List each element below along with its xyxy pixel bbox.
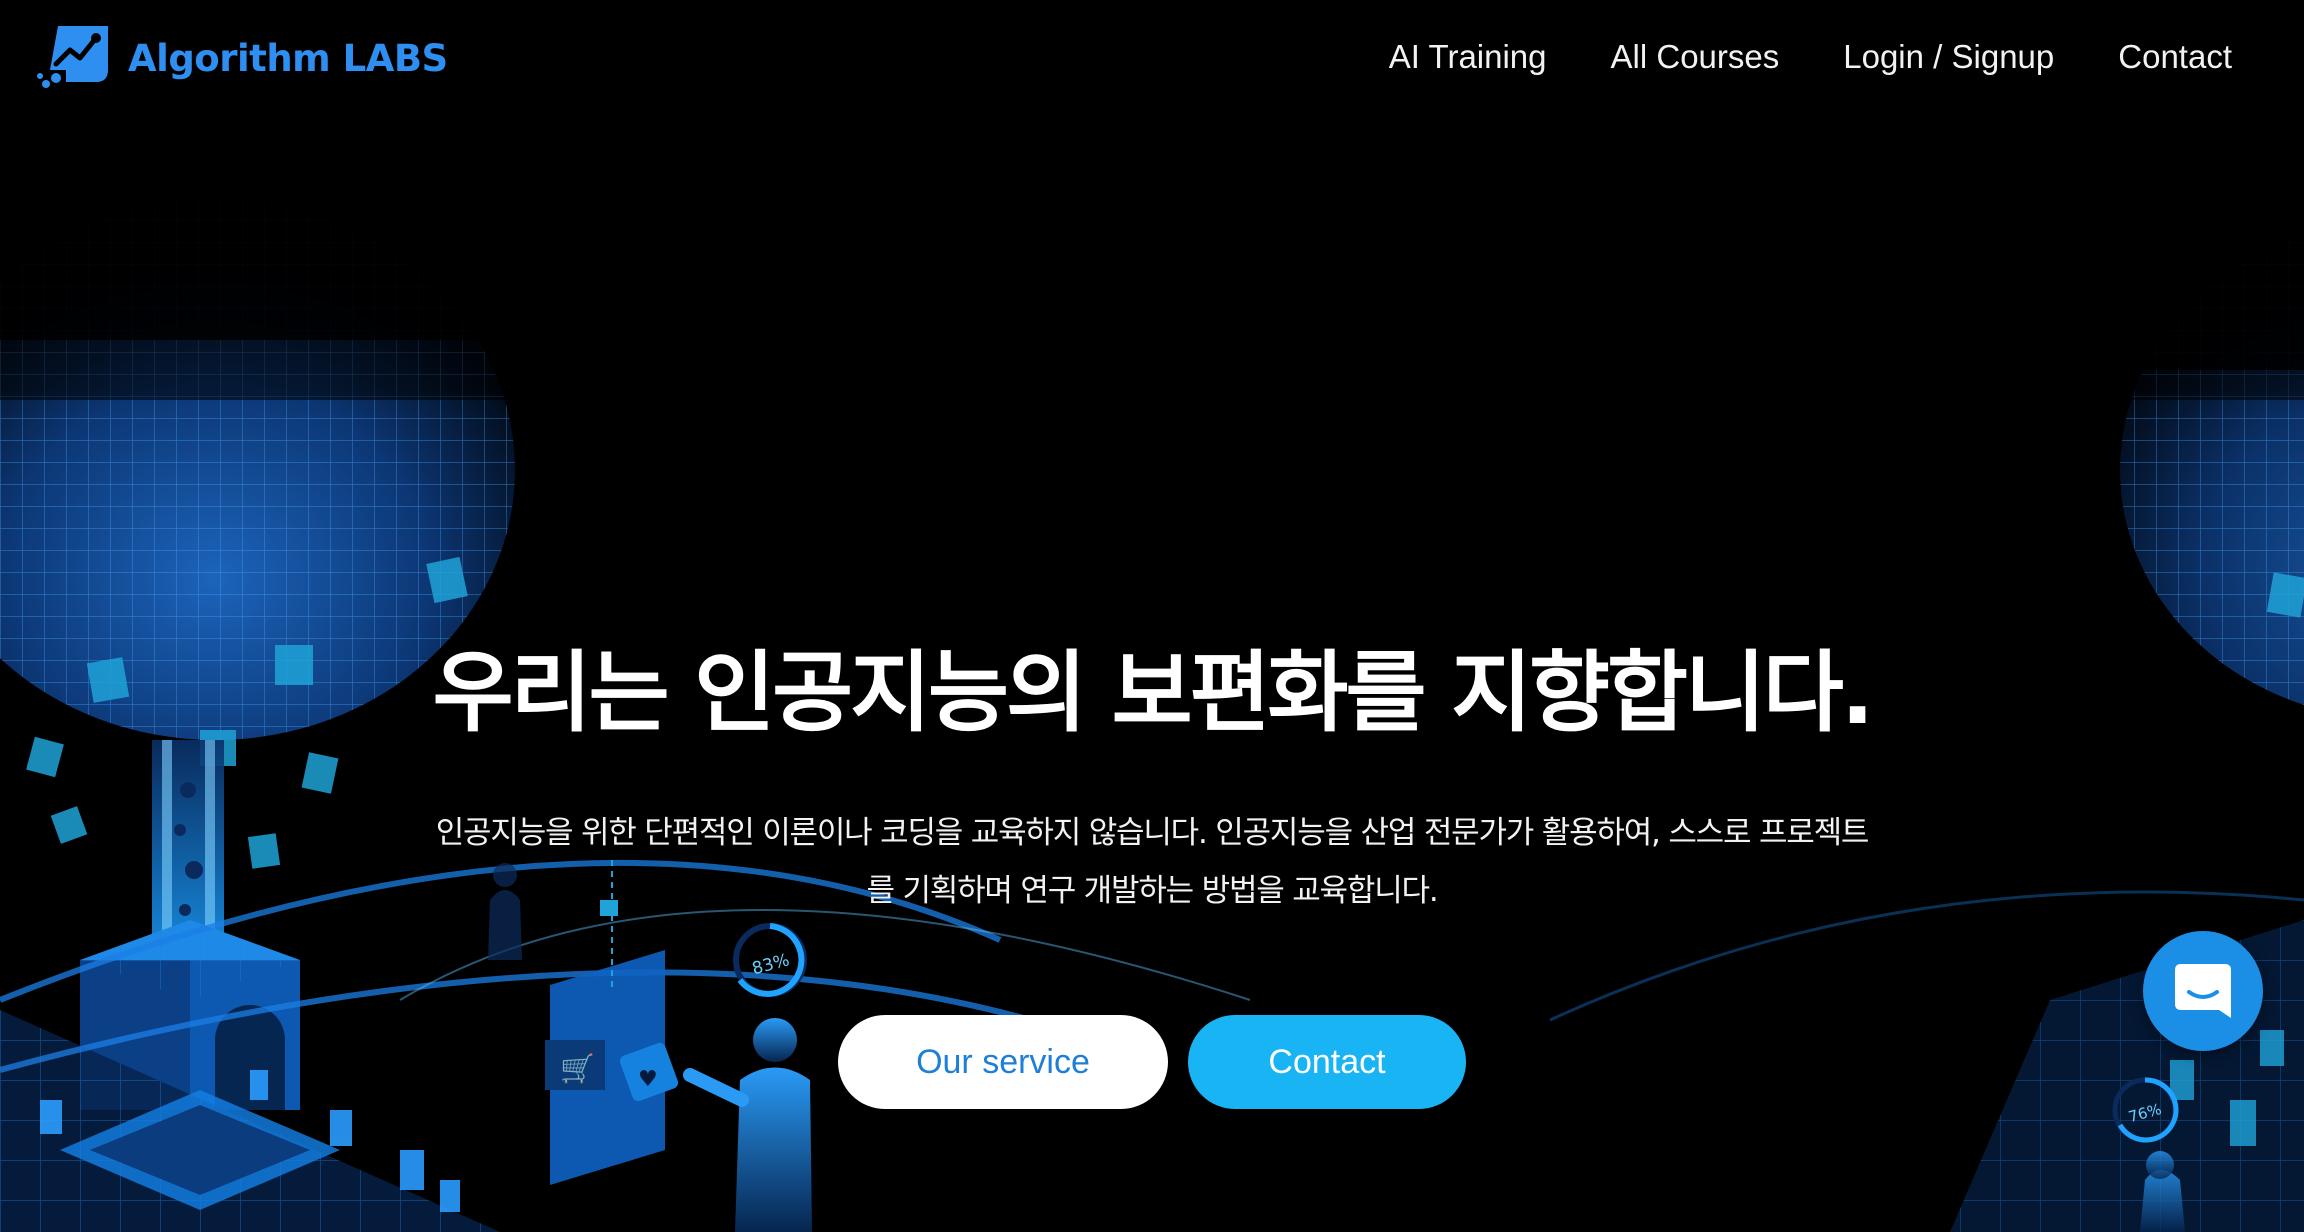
nav-link-ai-training[interactable]: AI Training xyxy=(1389,38,1547,76)
site-header: Algorithm LABS AI Training All Courses L… xyxy=(0,0,2304,130)
hero-description-line-2: 를 기획하며 연구 개발하는 방법을 교육합니다. xyxy=(866,873,1438,909)
our-service-button[interactable]: Our service xyxy=(838,1015,1168,1109)
hero-title: 우리는 인공지능의 보편화를 지향합니다. xyxy=(432,641,1875,744)
nav-link-login-signup[interactable]: Login / Signup xyxy=(1843,38,2054,76)
person-illustration xyxy=(683,1018,812,1232)
gauge-illustration: 83% xyxy=(733,923,807,997)
svg-text:🛒: 🛒 xyxy=(560,1052,595,1085)
chat-bubble-icon xyxy=(2175,964,2231,1018)
nav-link-all-courses[interactable]: All Courses xyxy=(1611,38,1780,76)
data-tower-illustration xyxy=(80,740,300,1110)
brand-logo[interactable]: Algorithm LABS xyxy=(36,22,448,94)
hero-description: 인공지능을 위한 단편적인 이론이나 코딩을 교육하지 않습니다. 인공지능을 … xyxy=(352,804,1952,920)
brand-name: Algorithm LABS xyxy=(128,36,448,80)
nav-link-contact[interactable]: Contact xyxy=(2118,38,2232,76)
main-navigation: AI Training All Courses Login / Signup C… xyxy=(1325,38,2232,76)
hero-description-line-1: 인공지능을 위한 단편적인 이론이나 코딩을 교육하지 않습니다. 인공지능을 … xyxy=(435,815,1870,851)
logo-icon xyxy=(37,26,108,88)
svg-text:♥: ♥ xyxy=(638,1067,658,1092)
chat-launcher-button[interactable] xyxy=(2143,931,2263,1051)
contact-button[interactable]: Contact xyxy=(1188,1015,1466,1109)
